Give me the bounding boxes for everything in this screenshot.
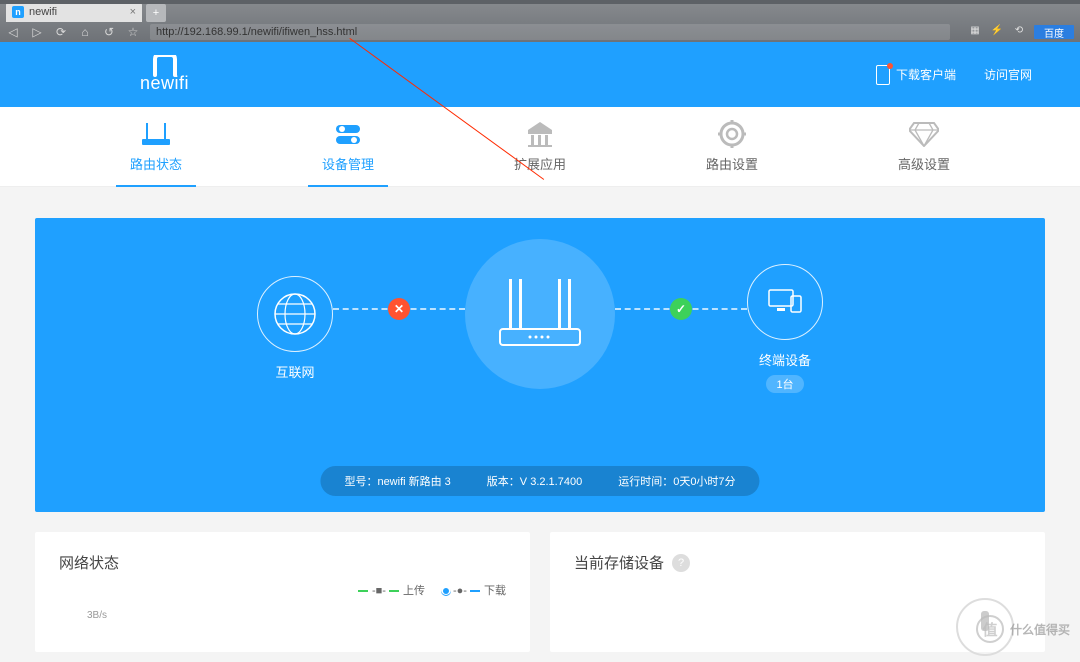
grid-icon[interactable]: ▦ [968, 25, 982, 39]
watermark-icon: 值 [976, 615, 1004, 643]
nav-advanced-settings[interactable]: 高级设置 [828, 107, 1020, 186]
browser-chrome: n newifi × + ◁ ▷ ⟳ ⌂ ↺ ☆ http://192.168.… [0, 0, 1080, 42]
connection-devices: ✓ [615, 308, 747, 310]
storage-card: 当前存储设备 ? [550, 532, 1045, 652]
new-tab-button[interactable]: + [146, 4, 166, 22]
browser-tab[interactable]: n newifi × [6, 2, 142, 22]
favicon-icon: n [12, 6, 24, 18]
devices-node[interactable]: 终端设备 1台 [747, 264, 823, 393]
page-header: newifi 下载客户端 访问官网 [0, 42, 1080, 107]
globe-icon [257, 276, 333, 352]
router-status-icon [139, 120, 173, 148]
close-icon[interactable]: × [130, 6, 136, 18]
router-node[interactable] [465, 239, 615, 389]
flash-icon[interactable]: ⚡ [990, 25, 1004, 39]
history-button[interactable]: ↺ [102, 25, 116, 39]
download-client-link[interactable]: 下载客户端 [876, 65, 956, 85]
devices-icon [747, 264, 823, 340]
refresh-small-icon[interactable]: ⟲ [1012, 25, 1026, 39]
internet-node[interactable]: 互联网 [257, 276, 333, 381]
status-bad-icon: ✕ [388, 298, 410, 320]
nav-label: 设备管理 [322, 154, 374, 173]
search-engine-badge[interactable]: 百度 [1034, 25, 1074, 39]
router-info-bar: 型号：newifi 新路由 3 版本：V 3.2.1.7400 运行时间：0天0… [320, 466, 759, 496]
y-axis-tick: 3B/s [87, 610, 107, 621]
nav-extensions[interactable]: 扩展应用 [444, 107, 636, 186]
devices-label: 终端设备 [759, 350, 811, 369]
nav-label: 扩展应用 [514, 154, 566, 173]
connection-internet: ✕ [333, 308, 465, 310]
extensions-icon [523, 120, 557, 148]
gear-icon [715, 120, 749, 148]
brand-text: newifi [140, 73, 189, 94]
internet-label: 互联网 [275, 362, 314, 381]
nav-router-settings[interactable]: 路由设置 [636, 107, 828, 186]
storage-title: 当前存储设备 [574, 552, 664, 573]
nav-router-status[interactable]: 路由状态 [60, 107, 252, 186]
main-nav: 路由状态 设备管理 扩展应用 路由设置 高级设置 [0, 107, 1080, 187]
network-status-title: 网络状态 [59, 552, 506, 573]
router-icon [485, 259, 595, 369]
help-icon[interactable]: ? [672, 554, 690, 572]
tab-title: newifi [29, 6, 125, 18]
devices-count-badge: 1台 [766, 375, 803, 393]
url-text: http://192.168.99.1/newifi/ifiwen_hss.ht… [156, 26, 357, 38]
nav-device-mgmt[interactable]: 设备管理 [252, 107, 444, 186]
status-good-icon: ✓ [670, 298, 692, 320]
url-input[interactable]: http://192.168.99.1/newifi/ifiwen_hss.ht… [150, 24, 950, 40]
back-button[interactable]: ◁ [6, 25, 20, 39]
device-mgmt-icon [331, 120, 365, 148]
home-button[interactable]: ⌂ [78, 25, 92, 39]
nav-label: 路由设置 [706, 154, 758, 173]
phone-icon [876, 65, 890, 85]
nav-label: 高级设置 [898, 154, 950, 173]
status-panel: 互联网 ✕ ✓ [35, 218, 1045, 512]
nav-label: 路由状态 [130, 154, 182, 173]
brand-logo[interactable]: newifi [140, 55, 189, 94]
chart-legend: -■- 上传 -●- 下载 [358, 582, 506, 598]
watermark: 值 什么值得买 [976, 615, 1070, 643]
network-status-card: 网络状态 -■- 上传 -●- 下载 3B/s [35, 532, 530, 652]
refresh-button[interactable]: ⟳ [54, 25, 68, 39]
diamond-icon [907, 120, 941, 148]
visit-site-link[interactable]: 访问官网 [984, 66, 1032, 83]
forward-button[interactable]: ▷ [30, 25, 44, 39]
bookmark-button[interactable]: ☆ [126, 25, 140, 39]
